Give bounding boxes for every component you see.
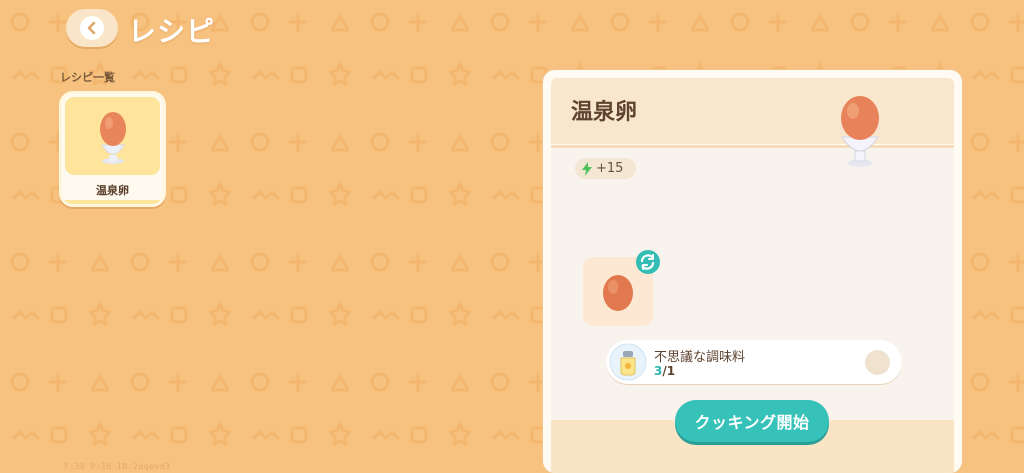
detail-title: 温泉卵 — [571, 100, 638, 125]
seasoning-need: /1 — [662, 364, 676, 378]
egg-cup-icon — [840, 96, 880, 167]
debug-info: F:30 P:16 ID:2qqevd3 — [64, 462, 171, 471]
seasoning-toggle[interactable] — [865, 350, 890, 375]
energy-value: +15 — [596, 161, 624, 176]
recipe-card-image — [65, 97, 160, 175]
page-title: レシピ — [128, 15, 216, 48]
recipe-card-onsen-egg[interactable]: 温泉卵 — [59, 91, 166, 207]
recipe-list-label: レシピ一覧 — [60, 71, 115, 84]
energy-badge: +15 — [575, 158, 636, 179]
back-arrow-icon — [80, 16, 104, 40]
seasoning-count: 3/1 — [654, 364, 675, 378]
detail-header: 温泉卵 — [551, 78, 954, 144]
back-button[interactable] — [66, 9, 118, 47]
egg-cup-icon — [100, 112, 126, 164]
recipe-card-label: 温泉卵 — [96, 184, 129, 197]
seasoning-jar-icon — [609, 343, 647, 381]
recipe-card-bar — [62, 200, 163, 204]
swap-icon[interactable] — [636, 250, 660, 274]
seasoning-item[interactable]: 不思議な調味料 3/1 — [606, 340, 902, 384]
lightning-icon — [582, 161, 592, 176]
seasoning-name: 不思議な調味料 — [654, 350, 746, 365]
start-cooking-button[interactable]: クッキング開始 — [675, 400, 829, 442]
